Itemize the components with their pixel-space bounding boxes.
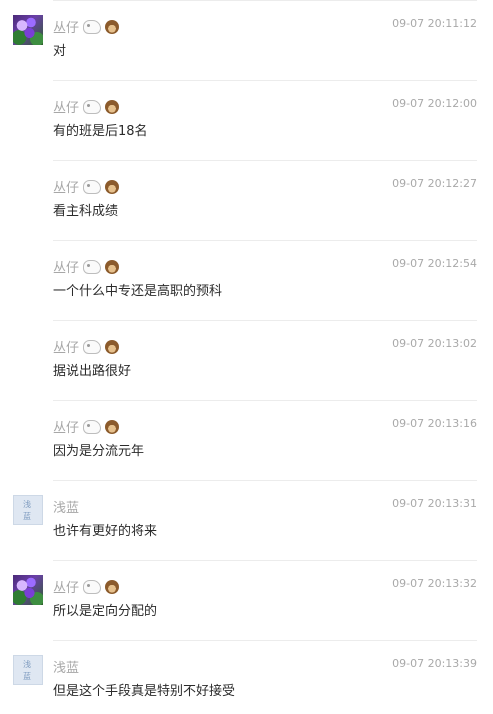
- message-text: 所以是定向分配的: [53, 604, 158, 619]
- dog-icon: [83, 99, 102, 114]
- message-text: 但是这个手段真是特别不好接受: [53, 684, 236, 699]
- message-text: 对: [53, 44, 67, 59]
- avatar-glyph: 蓝: [23, 672, 31, 681]
- message-time: 09-07 20:12:27: [392, 177, 477, 190]
- sender-name: 丛仔: [53, 21, 80, 36]
- message-time: 09-07 20:13:39: [392, 657, 477, 670]
- monkey-icon: [105, 579, 120, 594]
- message-text: 看主科成绩: [53, 204, 119, 219]
- message-divider: [53, 640, 477, 641]
- sender-name: 丛仔: [53, 181, 80, 196]
- avatar[interactable]: [13, 15, 43, 45]
- sender-name: 丛仔: [53, 581, 80, 596]
- sender-name: 浅蓝: [53, 501, 80, 516]
- message-time: 09-07 20:13:02: [392, 337, 477, 350]
- sender-name-row: 丛仔: [53, 337, 120, 356]
- message-text: 据说出路很好: [53, 364, 132, 379]
- sender-name: 浅蓝: [53, 661, 80, 676]
- sender-name: 丛仔: [53, 101, 80, 116]
- dog-icon: [83, 259, 102, 274]
- message-text: 一个什么中专还是高职的预科: [53, 284, 223, 299]
- monkey-icon: [105, 259, 120, 274]
- message-text: 有的班是后18名: [53, 124, 148, 139]
- message-divider: [53, 560, 477, 561]
- monkey-icon: [105, 99, 120, 114]
- sender-name-row: 浅蓝: [53, 497, 79, 516]
- message-text: 也许有更好的将来: [53, 524, 158, 539]
- monkey-icon: [105, 339, 120, 354]
- sender-name-row: 丛仔: [53, 17, 120, 36]
- sender-name-row: 丛仔: [53, 177, 120, 196]
- sender-name: 丛仔: [53, 341, 80, 356]
- sender-name-row: 丛仔: [53, 97, 120, 116]
- message-time: 09-07 20:12:54: [392, 257, 477, 270]
- avatar[interactable]: 浅 蓝: [13, 655, 43, 685]
- dog-icon: [83, 419, 102, 434]
- message-item: 丛仔 09-07 20:12:00 有的班是后18名: [0, 80, 493, 160]
- message-text: 因为是分流元年: [53, 444, 145, 459]
- avatar[interactable]: [13, 575, 43, 605]
- sender-name-row: 丛仔: [53, 257, 120, 276]
- message-item: 丛仔 09-07 20:12:54 一个什么中专还是高职的预科: [0, 240, 493, 320]
- message-divider: [53, 240, 477, 241]
- avatar-glyph: 浅: [23, 660, 31, 669]
- message-item: 浅 蓝 浅蓝 09-07 20:13:39 但是这个手段真是特别不好接受: [0, 640, 493, 714]
- message-divider: [53, 400, 477, 401]
- message-item: 丛仔 09-07 20:13:16 因为是分流元年: [0, 400, 493, 480]
- monkey-icon: [105, 419, 120, 434]
- message-item: 丛仔 09-07 20:13:32 所以是定向分配的: [0, 560, 493, 640]
- message-divider: [53, 80, 477, 81]
- message-item: 丛仔 09-07 20:11:12 对: [0, 0, 493, 80]
- avatar[interactable]: 浅 蓝: [13, 495, 43, 525]
- message-divider: [53, 160, 477, 161]
- dog-icon: [83, 19, 102, 34]
- sender-name-row: 丛仔: [53, 577, 120, 596]
- message-divider: [53, 480, 477, 481]
- message-item: 丛仔 09-07 20:13:02 据说出路很好: [0, 320, 493, 400]
- message-time: 09-07 20:12:00: [392, 97, 477, 110]
- chat-history: 丛仔 09-07 20:11:12 对 丛仔 09-07 20:12:00 有的…: [0, 0, 493, 714]
- message-time: 09-07 20:11:12: [392, 17, 477, 30]
- message-item: 浅 蓝 浅蓝 09-07 20:13:31 也许有更好的将来: [0, 480, 493, 560]
- avatar-glyph: 蓝: [23, 512, 31, 521]
- monkey-icon: [105, 19, 120, 34]
- message-time: 09-07 20:13:16: [392, 417, 477, 430]
- sender-name: 丛仔: [53, 261, 80, 276]
- monkey-icon: [105, 179, 120, 194]
- message-divider: [53, 0, 477, 1]
- message-time: 09-07 20:13:32: [392, 577, 477, 590]
- message-item: 丛仔 09-07 20:12:27 看主科成绩: [0, 160, 493, 240]
- sender-name-row: 丛仔: [53, 417, 120, 436]
- message-time: 09-07 20:13:31: [392, 497, 477, 510]
- sender-name-row: 浅蓝: [53, 657, 79, 676]
- sender-name: 丛仔: [53, 421, 80, 436]
- avatar-glyph: 浅: [23, 500, 31, 509]
- dog-icon: [83, 339, 102, 354]
- dog-icon: [83, 579, 102, 594]
- dog-icon: [83, 179, 102, 194]
- message-divider: [53, 320, 477, 321]
